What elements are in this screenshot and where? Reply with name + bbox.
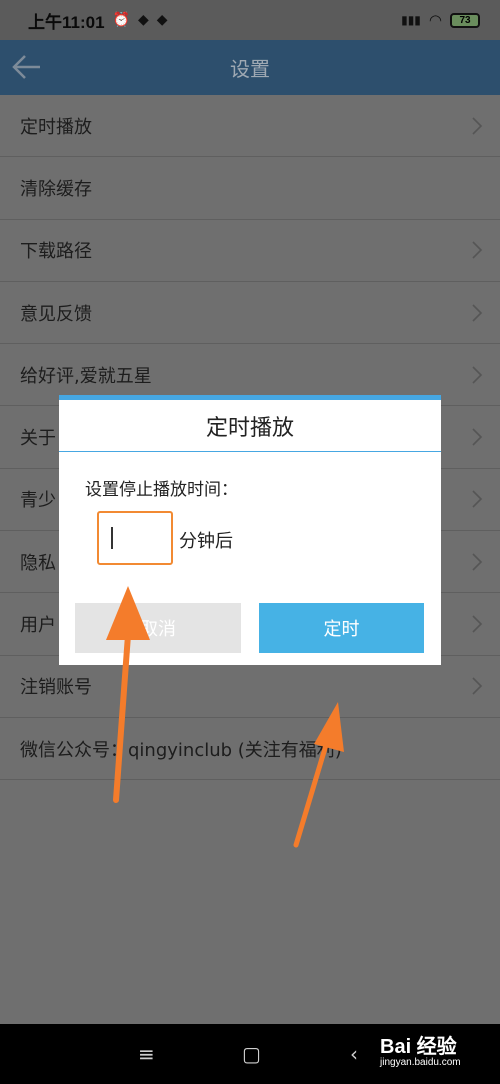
- chevron-right-icon: [472, 117, 483, 135]
- status-time: 上午11:01: [28, 12, 105, 32]
- page-title: 设置: [230, 57, 270, 81]
- status-right: ▮▮▮ ◠ 73: [401, 11, 480, 29]
- battery-icon: 73: [450, 12, 480, 28]
- app-notification-icon: ◆: [137, 12, 149, 28]
- chevron-right-icon: [472, 241, 483, 259]
- text-caret: [111, 527, 113, 549]
- settings-item-label: 关于: [20, 428, 56, 450]
- settings-item-label: 用户: [20, 615, 56, 637]
- dialog-title: 定时播放: [59, 400, 441, 452]
- chevron-right-icon: [472, 303, 483, 322]
- settings-item-download-path[interactable]: 下载路径: [0, 220, 500, 282]
- minutes-input[interactable]: [97, 511, 173, 565]
- settings-item-feedback[interactable]: 意见反馈: [0, 282, 500, 345]
- settings-item-label: 微信公众号：qingyinclub (关注有福利): [20, 739, 342, 761]
- baidu-jingyan-watermark: Bai 经验 jingyan.baidu.com: [380, 1030, 461, 1068]
- settings-item-label: 清除缓存: [20, 178, 92, 200]
- home-icon[interactable]: ▢: [242, 1042, 261, 1066]
- status-icons: ⏰ ◆ ◆: [113, 12, 168, 28]
- menu-icon[interactable]: ≡: [138, 1042, 155, 1066]
- app-notification-icon: ◆: [156, 12, 168, 28]
- settings-item-clear-cache[interactable]: 清除缓存: [0, 157, 500, 220]
- timer-dialog: 定时播放 设置停止播放时间： 分钟后 取消 定时: [59, 395, 441, 665]
- settings-item-label: 隐私: [20, 552, 56, 574]
- cancel-button[interactable]: 取消: [75, 603, 241, 653]
- chevron-right-icon: [472, 677, 483, 695]
- battery-level: 73: [459, 14, 471, 26]
- settings-item-wechat[interactable]: 微信公众号：qingyinclub (关注有福利): [0, 718, 500, 781]
- chevron-right-icon: [472, 553, 483, 571]
- minutes-unit-label: 分钟后: [179, 531, 233, 552]
- settings-item-label: 给好评,爱就五星: [20, 365, 152, 387]
- watermark-main: Bai 经验: [380, 1036, 457, 1058]
- chevron-right-icon: [472, 615, 483, 633]
- settings-item-label: 注销账号: [20, 677, 92, 699]
- settings-item-delete-account[interactable]: 注销账号: [0, 656, 500, 718]
- status-bar: 上午11:01 ⏰ ◆ ◆ ▮▮▮ ◠ 73: [0, 0, 500, 40]
- settings-item-label: 青少: [20, 490, 56, 512]
- alarm-icon: ⏰: [112, 12, 130, 28]
- watermark-sub: jingyan.baidu.com: [380, 1057, 461, 1068]
- settings-item-label: 下载路径: [20, 241, 92, 263]
- back-icon[interactable]: ‹: [350, 1042, 358, 1066]
- dialog-prompt: 设置停止播放时间：: [85, 480, 238, 500]
- chevron-right-icon: [472, 490, 483, 508]
- title-bar: 设置: [0, 40, 500, 95]
- confirm-timer-button[interactable]: 定时: [259, 603, 424, 653]
- chevron-right-icon: [472, 366, 483, 384]
- settings-item-label: 意见反馈: [20, 303, 92, 325]
- settings-item-label: 定时播放: [20, 116, 92, 138]
- back-arrow-icon[interactable]: [10, 50, 44, 84]
- chevron-right-icon: [472, 428, 483, 446]
- wifi-icon: ◠: [428, 11, 442, 29]
- hd-signal-icon: ▮▮▮: [401, 13, 421, 27]
- settings-item-timer[interactable]: 定时播放: [0, 95, 500, 158]
